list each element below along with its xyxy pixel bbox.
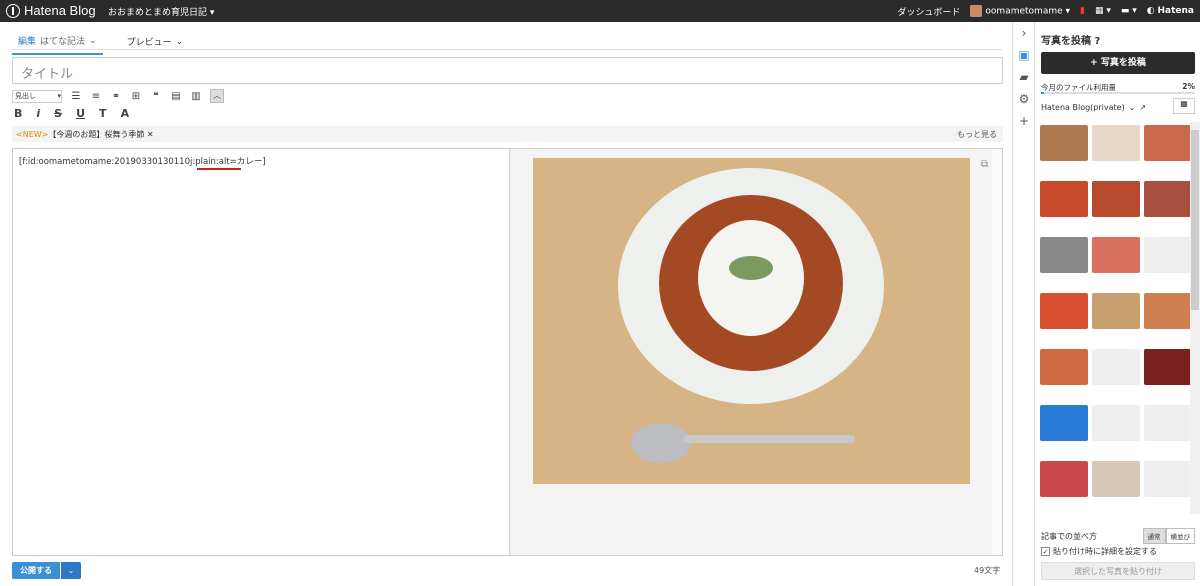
sidebar-title: 写真を投稿 ? <box>1041 36 1101 47</box>
link-icon[interactable]: ⚭ <box>110 91 122 102</box>
hatena-blog-logo[interactable]: Hatena Blog <box>6 3 96 18</box>
tab-preview[interactable]: プレビュー ⌄ <box>121 30 190 55</box>
preview-pane: ⧉ <box>509 148 1003 556</box>
chevron-down-icon: ⌄ <box>89 35 97 46</box>
usage-bar-fill <box>1041 92 1045 94</box>
photo-thumbnail[interactable] <box>1144 181 1192 217</box>
album-select[interactable]: Hatena Blog(private) ⌄ ↗ <box>1041 100 1161 114</box>
theme-link[interactable]: 【今週のお題】桜舞う季節 <box>48 130 144 139</box>
photo-scrollbar[interactable] <box>1190 122 1200 514</box>
photo-thumbnail[interactable] <box>1144 461 1192 497</box>
photo-thumbnail[interactable] <box>1040 293 1088 329</box>
top-navbar: Hatena Blog おおまめとまめ育児日記 ▾ ダッシュボード oomame… <box>0 0 1200 22</box>
strike-button[interactable]: S <box>54 107 62 120</box>
dashboard-link[interactable]: ダッシュボード <box>897 5 960 18</box>
photo-thumbnail[interactable] <box>1092 461 1140 497</box>
comment-icon[interactable]: ▬ ▾ <box>1121 6 1137 16</box>
photo-grid <box>1037 122 1192 512</box>
photo-thumbnail[interactable] <box>1040 405 1088 441</box>
embed-icon[interactable]: ⊞ <box>130 91 142 102</box>
preview-scrollbar[interactable] <box>992 149 1002 555</box>
photo-thumbnail[interactable] <box>1092 293 1140 329</box>
external-link-icon[interactable]: ↗ <box>1139 103 1146 112</box>
theme-bar: <NEW>【今週のお題】桜舞う季節 ✕ もっと見る <box>12 126 1003 142</box>
photo-thumbnail[interactable] <box>1040 125 1088 161</box>
photo-thumbnail[interactable] <box>1040 237 1088 273</box>
format-icon[interactable]: ▥ <box>190 91 202 102</box>
photo-thumbnail[interactable] <box>1092 405 1140 441</box>
photo-thumbnail[interactable] <box>1092 349 1140 385</box>
folder-icon[interactable]: ▰ <box>1013 66 1035 88</box>
char-count: 49文字 <box>974 566 1001 575</box>
photo-thumbnail[interactable] <box>1092 181 1140 217</box>
photo-thumbnail[interactable] <box>1144 349 1192 385</box>
heading-select[interactable]: 見出し ▾ <box>12 89 62 103</box>
photo-thumbnail[interactable] <box>1040 181 1088 217</box>
photo-thumbnail[interactable] <box>1040 349 1088 385</box>
copy-icon[interactable]: ⧉ <box>981 159 988 170</box>
plus-icon[interactable]: + <box>1013 110 1035 132</box>
collapse-toolbar-button[interactable]: ︿ <box>210 89 224 103</box>
avatar <box>970 5 983 17</box>
chevron-right-icon[interactable]: › <box>1013 22 1035 44</box>
detail-checkbox-row[interactable]: ✓ 貼り付け時に詳細を設定する <box>1041 546 1157 557</box>
photo-thumbnail[interactable] <box>1144 293 1192 329</box>
divider <box>12 49 1003 50</box>
more-link[interactable]: もっと見る <box>957 129 997 140</box>
photo-thumbnail[interactable] <box>1144 237 1192 273</box>
chevron-down-icon: ⌄ <box>175 36 184 47</box>
sort-side-button[interactable]: 横並び <box>1165 528 1195 544</box>
title-input[interactable]: タイトル <box>12 57 1003 84</box>
side-icon-bar: › ▣ ▰ ⚙ + <box>1012 22 1034 586</box>
text-color-button[interactable]: A <box>121 107 130 120</box>
tab-edit[interactable]: 編集 はてな記法 ⌄ <box>12 30 103 55</box>
photo-thumbnail[interactable] <box>1092 125 1140 161</box>
body-editor[interactable]: [f:id:oomametomame:20190330130110j:plain… <box>12 148 509 556</box>
close-icon[interactable]: ✕ <box>147 130 154 139</box>
publish-button[interactable]: 公開する <box>12 562 60 579</box>
bullet-list-icon[interactable]: ☰ <box>70 91 82 102</box>
curry-photo <box>533 158 970 484</box>
post-photo-button[interactable]: + 写真を投稿 <box>1041 52 1195 74</box>
photo-sidebar: 写真を投稿 ? + 写真を投稿 今月のファイル利用量 2% Hatena Blog… <box>1034 22 1200 586</box>
gear-icon[interactable]: ⚙ <box>1013 88 1035 110</box>
bookmark-icon[interactable]: ▮ <box>1080 6 1085 16</box>
photo-thumbnail[interactable] <box>1040 461 1088 497</box>
checkbox[interactable]: ✓ <box>1041 547 1050 556</box>
view-toggle[interactable]: ▦ <box>1173 98 1195 114</box>
photo-thumbnail[interactable] <box>1144 125 1192 161</box>
font-size-button[interactable]: T <box>99 107 107 120</box>
underline-button[interactable]: U <box>76 107 85 120</box>
annotation-underline <box>197 168 241 170</box>
hatena-logo-icon <box>6 3 20 18</box>
photo-thumbnail[interactable] <box>1144 405 1192 441</box>
italic-button[interactable]: i <box>36 107 40 120</box>
photo-icon[interactable]: ▣ <box>1013 44 1035 66</box>
numbered-list-icon[interactable]: ≡ <box>90 91 102 102</box>
hatena-link[interactable]: ◐ Hatena <box>1147 6 1194 16</box>
help-icon[interactable]: ? <box>1094 36 1100 47</box>
file-usage: 今月のファイル利用量 2% <box>1041 82 1195 94</box>
photo-thumbnail[interactable] <box>1092 237 1140 273</box>
paste-photos-button[interactable]: 選択した写真を貼り付け <box>1041 562 1195 580</box>
sort-normal-button[interactable]: 通常 <box>1142 528 1166 544</box>
apps-grid-icon[interactable]: ▦ ▾ <box>1095 6 1111 16</box>
table-icon[interactable]: ▤ <box>170 91 182 102</box>
bold-button[interactable]: B <box>14 107 22 120</box>
quote-icon[interactable]: ❝ <box>150 91 162 102</box>
blog-name-dropdown[interactable]: おおまめとまめ育児日記 ▾ <box>108 5 214 18</box>
user-menu[interactable]: oomametomame ▾ <box>970 5 1070 17</box>
publish-options-button[interactable]: ⌄ <box>61 562 81 579</box>
